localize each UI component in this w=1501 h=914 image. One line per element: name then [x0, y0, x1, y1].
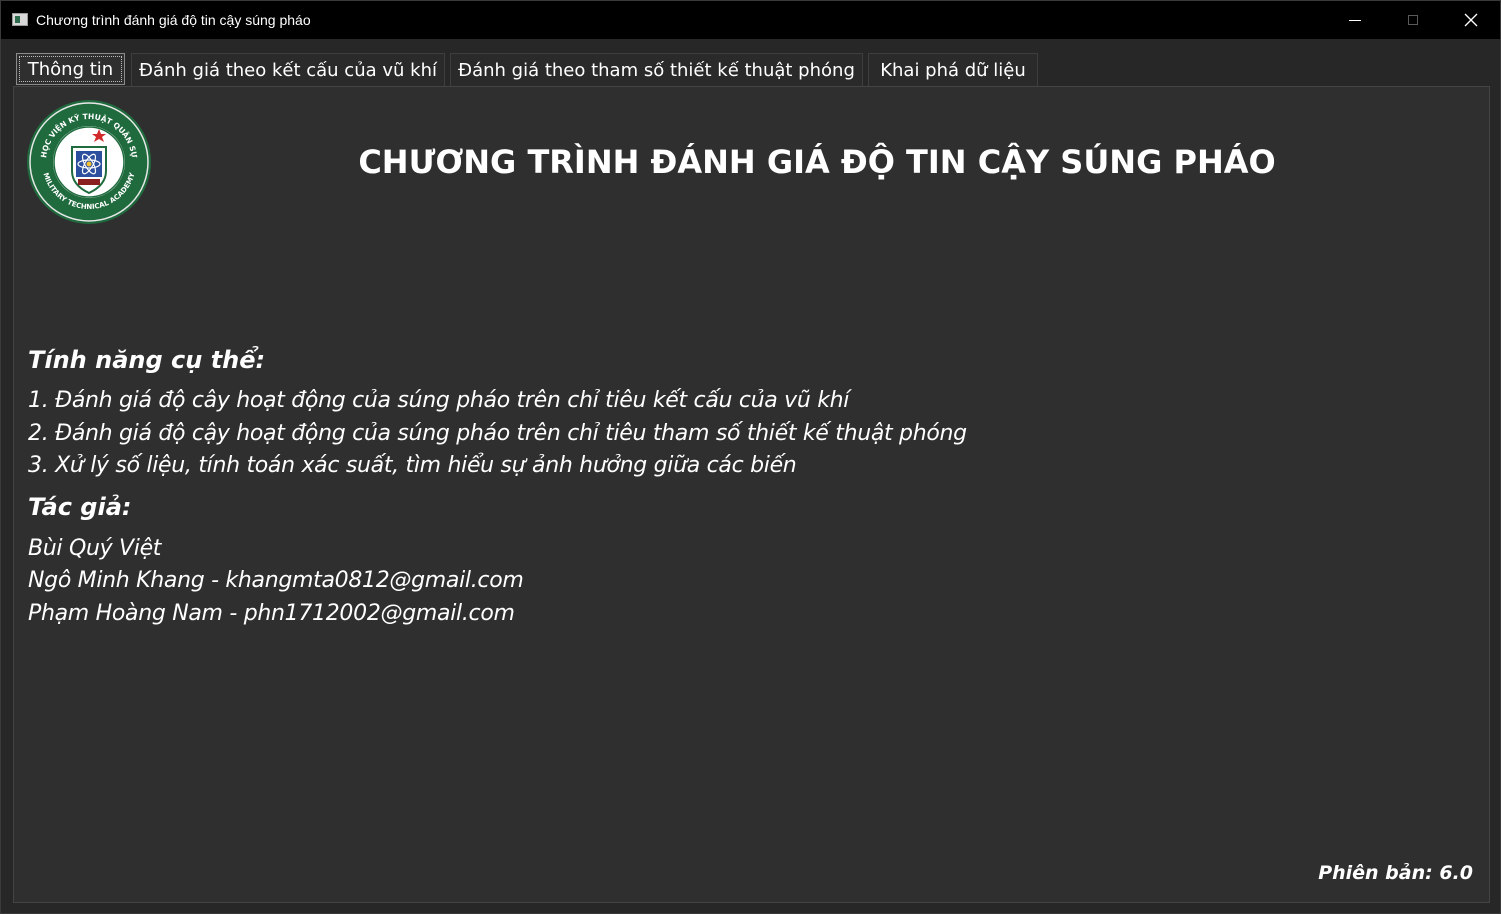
- author-item: Ngô Minh Khang - khangmta0812@gmail.com: [28, 568, 524, 593]
- tab-content-panel: [13, 86, 1490, 903]
- author-item: Phạm Hoàng Nam - phn1712002@gmail.com: [28, 601, 515, 626]
- academy-logo-icon: HỌC VIỆN KỸ THUẬT QUÂN SỰ MILITARY TECHN…: [27, 100, 151, 224]
- tab-danh-gia-tham-so[interactable]: Đánh giá theo tham số thiết kế thuật phó…: [450, 53, 863, 86]
- close-button[interactable]: [1442, 1, 1500, 39]
- maximize-icon: [1408, 15, 1418, 25]
- title-bar[interactable]: Chương trình đánh giá độ tin cậy súng ph…: [1, 1, 1500, 39]
- tab-label: Khai phá dữ liệu: [880, 59, 1026, 81]
- feature-item: 2. Đánh giá độ cậy hoạt động của súng ph…: [28, 421, 967, 446]
- features-heading: Tính năng cụ thể:: [28, 346, 266, 374]
- tab-label: Thông tin: [27, 58, 114, 80]
- tab-label: Đánh giá theo kết cấu của vũ khí: [139, 59, 437, 81]
- author-item: Bùi Quý Việt: [28, 536, 162, 561]
- minimize-icon: [1349, 19, 1361, 21]
- feature-item: 3. Xử lý số liệu, tính toán xác suất, tì…: [28, 453, 797, 478]
- app-icon[interactable]: [12, 13, 28, 26]
- app-window: Chương trình đánh giá độ tin cậy súng ph…: [0, 0, 1501, 914]
- tab-danh-gia-ket-cau[interactable]: Đánh giá theo kết cấu của vũ khí: [131, 53, 445, 86]
- version-label: Phiên bản: 6.0: [1318, 862, 1473, 884]
- tab-khai-pha-du-lieu[interactable]: Khai phá dữ liệu: [868, 53, 1038, 86]
- minimize-button[interactable]: [1326, 1, 1384, 39]
- tab-thong-tin[interactable]: Thông tin: [16, 53, 125, 85]
- maximize-button[interactable]: [1384, 1, 1442, 39]
- page-title: CHƯƠNG TRÌNH ĐÁNH GIÁ ĐỘ TIN CẬY SÚNG PH…: [358, 143, 1276, 181]
- authors-heading: Tác giả:: [28, 493, 132, 521]
- window-title: Chương trình đánh giá độ tin cậy súng ph…: [36, 12, 311, 28]
- feature-item: 1. Đánh giá độ cây hoạt động của súng ph…: [28, 388, 850, 413]
- tab-label: Đánh giá theo tham số thiết kế thuật phó…: [458, 59, 855, 81]
- close-icon: [1464, 13, 1478, 27]
